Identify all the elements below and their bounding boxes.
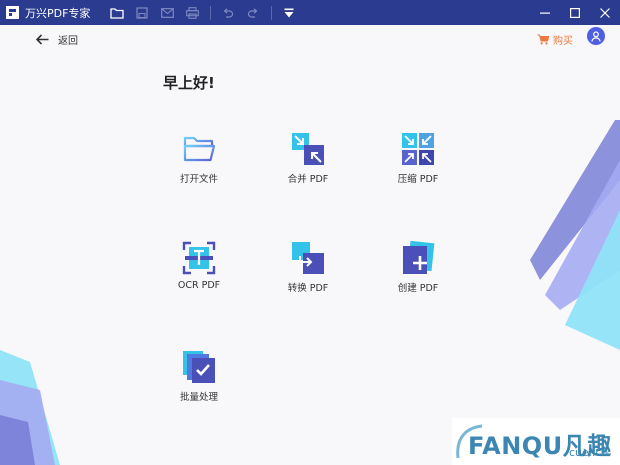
decorative-shapes-right — [530, 120, 620, 350]
tile-compress-pdf[interactable]: 压缩 PDF — [373, 131, 463, 185]
tile-label: 批量处理 — [179, 392, 218, 403]
tile-label: 合并 PDF — [287, 174, 329, 185]
back-label: 返回 — [58, 36, 78, 47]
tile-label: 创建 PDF — [397, 283, 439, 294]
window-controls — [530, 0, 620, 25]
greeting-title: 早上好! — [163, 74, 215, 92]
close-icon[interactable] — [590, 0, 620, 25]
mail-icon[interactable] — [159, 5, 175, 21]
app-title: 万兴PDF专家 — [25, 6, 91, 20]
minimize-icon[interactable] — [530, 0, 560, 25]
decorative-shapes-left — [0, 350, 60, 465]
ocr-pdf-icon — [181, 240, 217, 276]
user-avatar[interactable] — [587, 27, 605, 45]
tile-ocr-pdf[interactable]: OCR PDF — [154, 240, 244, 291]
app-logo-icon — [6, 6, 19, 19]
save-icon[interactable] — [134, 5, 150, 21]
convert-pdf-icon — [290, 240, 326, 276]
batch-process-icon — [181, 349, 217, 385]
cart-icon — [537, 30, 550, 49]
tile-open-file[interactable]: 打开文件 — [154, 131, 244, 185]
buy-label: 购买 — [553, 36, 573, 47]
tile-merge-pdf[interactable]: 合并 PDF — [263, 131, 353, 185]
merge-pdf-icon — [290, 131, 326, 167]
maximize-icon[interactable] — [560, 0, 590, 25]
toolbar-divider — [210, 5, 212, 20]
buy-button[interactable]: 购买 — [537, 30, 573, 49]
folder-icon[interactable] — [109, 5, 125, 21]
quick-access-icon[interactable] — [281, 5, 297, 21]
watermark-domain: cuel.cn — [569, 446, 609, 459]
compress-pdf-icon — [400, 131, 436, 167]
tile-convert-pdf[interactable]: 转换 PDF — [263, 240, 353, 294]
redo-icon[interactable] — [245, 5, 261, 21]
tile-label: 转换 PDF — [287, 283, 329, 294]
print-icon[interactable] — [184, 5, 200, 21]
tile-label: 压缩 PDF — [397, 174, 439, 185]
create-pdf-icon — [400, 240, 436, 276]
tile-batch-process[interactable]: 批量处理 — [154, 349, 244, 403]
tile-label: 打开文件 — [179, 174, 218, 185]
toolbar-divider — [271, 5, 273, 20]
back-button[interactable]: 返回 — [35, 30, 78, 49]
undo-icon[interactable] — [220, 5, 236, 21]
tile-create-pdf[interactable]: 创建 PDF — [373, 240, 463, 294]
arrow-left-icon — [35, 30, 49, 49]
title-bar: 万兴PDF专家 — [0, 0, 620, 25]
open-folder-icon — [181, 131, 217, 167]
tile-label: OCR PDF — [177, 280, 221, 291]
